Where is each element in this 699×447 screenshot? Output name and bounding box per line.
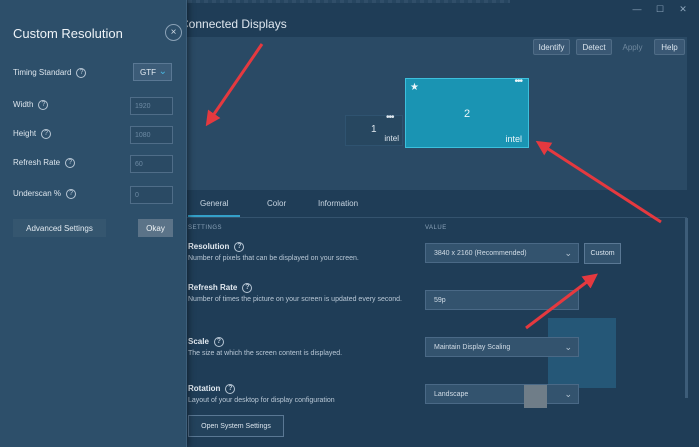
- height-field[interactable]: 1080: [130, 126, 173, 144]
- rotation-title-text: Rotation: [188, 384, 221, 394]
- display-2-number: 2: [464, 108, 471, 120]
- scale-title-text: Scale: [188, 337, 209, 347]
- tab-bar: General Color Information: [180, 193, 687, 218]
- chevron-down-icon: ⌄: [564, 389, 572, 399]
- refresh-rate-dropdown[interactable]: 59p: [425, 290, 579, 310]
- chevron-down-icon: ⌄: [564, 342, 572, 352]
- display-1-brand: intel: [384, 134, 399, 143]
- maximize-button[interactable]: ☐: [653, 4, 667, 15]
- resolution-description: Number of pixels that can be displayed o…: [188, 255, 359, 262]
- chevron-down-icon: ⌄: [158, 66, 167, 77]
- settings-column-header: SETTINGS: [188, 225, 223, 231]
- refresh-rate-value: 59p: [434, 296, 446, 304]
- value-column-header: VALUE: [425, 225, 447, 231]
- close-window-button[interactable]: ✕: [676, 4, 690, 15]
- refresh-rate-setting-title: Refresh Rate?: [188, 283, 253, 293]
- resolution-setting-title: Resolution?: [188, 242, 245, 252]
- timing-standard-text: Timing Standard: [13, 68, 72, 78]
- resolution-value: 3840 x 2160 (Recommended): [434, 249, 527, 257]
- dialog-title: Custom Resolution: [13, 26, 123, 41]
- width-field[interactable]: 1920: [130, 97, 173, 115]
- display-2-brand: intel: [505, 134, 522, 144]
- detect-button[interactable]: Detect: [576, 39, 612, 55]
- display-1-menu-icon[interactable]: •••: [386, 112, 394, 123]
- ghost-square: [524, 385, 547, 408]
- scrollbar[interactable]: [685, 218, 688, 398]
- display-1-tile[interactable]: ••• 1 intel: [345, 112, 403, 146]
- timing-standard-label: Timing Standard?: [13, 68, 87, 78]
- help-icon[interactable]: ?: [41, 129, 52, 139]
- help-icon[interactable]: ?: [213, 337, 224, 347]
- help-icon[interactable]: ?: [225, 384, 236, 394]
- okay-button[interactable]: Okay: [138, 219, 173, 237]
- tab-information[interactable]: Information: [318, 199, 358, 208]
- screenshot-root: Connected Displays — ☐ ✕ Identify Detect…: [0, 0, 699, 447]
- width-label-text: Width: [13, 100, 34, 110]
- underscan-field[interactable]: 0: [130, 186, 173, 204]
- underscan-field-value: 0: [135, 191, 139, 199]
- scale-dropdown[interactable]: Maintain Display Scaling ⌄: [425, 337, 579, 357]
- help-icon[interactable]: ?: [242, 283, 253, 293]
- display-2-tile[interactable]: ★ ••• 2 intel: [405, 76, 529, 148]
- refresh-rate-field[interactable]: 60: [130, 155, 173, 173]
- rotation-description: Layout of your desktop for display confi…: [188, 397, 335, 404]
- resolution-title-text: Resolution: [188, 242, 230, 252]
- underscan-label: Underscan %?: [13, 189, 77, 199]
- underscan-label-text: Underscan %: [13, 189, 62, 199]
- chevron-down-icon: ⌄: [564, 248, 572, 258]
- rotation-setting-title: Rotation?: [188, 384, 236, 394]
- window-title: Connected Displays: [180, 17, 287, 31]
- close-icon[interactable]: ×: [165, 24, 182, 41]
- scale-description: The size at which the screen content is …: [188, 350, 343, 357]
- scale-value: Maintain Display Scaling: [434, 343, 511, 351]
- display-2-menu-icon[interactable]: •••: [514, 76, 522, 87]
- width-label: Width?: [13, 100, 49, 110]
- refresh-rate-field-value: 60: [135, 160, 143, 168]
- help-icon[interactable]: ?: [65, 158, 76, 168]
- help-icon[interactable]: ?: [38, 100, 49, 110]
- height-label-text: Height: [13, 129, 37, 139]
- timing-standard-select[interactable]: GTF ⌄: [133, 63, 172, 81]
- height-label: Height?: [13, 129, 52, 139]
- resolution-dropdown[interactable]: 3840 x 2160 (Recommended) ⌄: [425, 243, 579, 263]
- primary-star-icon: ★: [410, 82, 419, 93]
- tab-general[interactable]: General: [187, 199, 242, 217]
- height-field-value: 1080: [135, 131, 151, 139]
- custom-resolution-button[interactable]: Custom: [584, 243, 621, 264]
- scale-setting-title: Scale?: [188, 337, 224, 347]
- help-icon[interactable]: ?: [76, 68, 87, 78]
- rotation-dropdown[interactable]: Landscape ⌄: [425, 384, 579, 404]
- refresh-title-text: Refresh Rate: [188, 283, 238, 293]
- title-bar-decoration: [180, 0, 510, 3]
- open-system-settings-button[interactable]: Open System Settings: [188, 415, 284, 437]
- identify-button[interactable]: Identify: [533, 39, 570, 55]
- width-field-value: 1920: [135, 102, 151, 110]
- tab-color[interactable]: Color: [267, 199, 286, 208]
- apply-button[interactable]: Apply: [617, 39, 648, 55]
- refresh-rate-label: Refresh Rate?: [13, 158, 76, 168]
- timing-standard-value: GTF: [140, 67, 156, 77]
- help-button[interactable]: Help: [654, 39, 685, 55]
- display-1-number: 1: [371, 124, 377, 135]
- refresh-rate-description: Number of times the picture on your scre…: [188, 296, 402, 303]
- custom-resolution-dialog: Custom Resolution × Timing Standard? GTF…: [0, 0, 187, 447]
- minimize-button[interactable]: —: [630, 4, 644, 14]
- refresh-rate-label-text: Refresh Rate: [13, 158, 61, 168]
- rotation-value: Landscape: [434, 390, 469, 398]
- help-icon[interactable]: ?: [66, 189, 77, 199]
- advanced-settings-button[interactable]: Advanced Settings: [13, 219, 106, 237]
- help-icon[interactable]: ?: [234, 242, 245, 252]
